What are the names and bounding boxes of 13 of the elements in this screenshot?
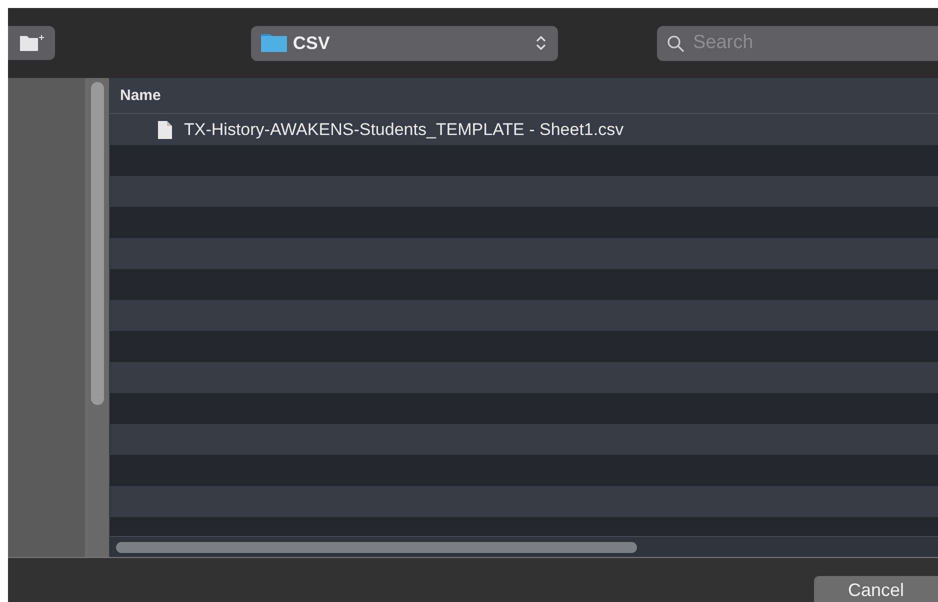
stepper-icon [536, 35, 546, 51]
file-row[interactable]: TX-History-AWAKENS-Students_TEMPLATE - Sheet1.csv [110, 114, 938, 145]
new-folder-button[interactable] [8, 26, 56, 60]
cancel-button[interactable]: Cancel [814, 576, 938, 602]
new-folder-icon [20, 35, 44, 51]
column-header[interactable]: Name [120, 87, 161, 104]
location-popup[interactable]: CSV [250, 26, 558, 60]
search-icon [667, 34, 685, 52]
horizontal-scrollbar[interactable] [110, 536, 938, 557]
vertical-scrollbar[interactable] [85, 78, 110, 557]
location-label: CSV [292, 32, 330, 54]
folder-icon [260, 34, 287, 52]
document-icon [158, 120, 172, 138]
